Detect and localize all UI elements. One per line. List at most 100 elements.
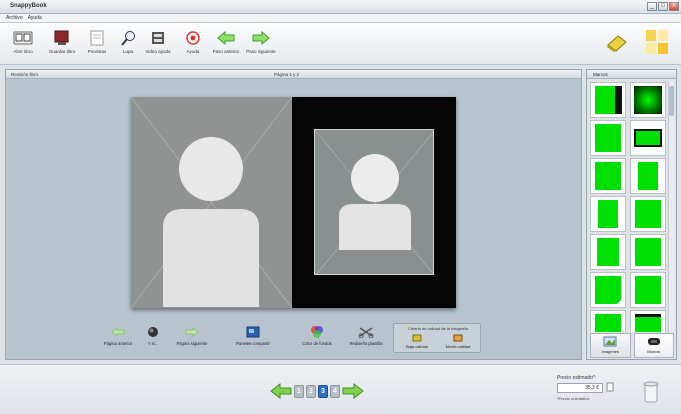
step-back-label: Paso anterior: [212, 49, 240, 54]
photo-placeholder-left[interactable]: [131, 97, 292, 308]
page-button-2[interactable]: 2: [306, 384, 316, 398]
price-value: 35,3 €: [557, 383, 603, 393]
video-help-button[interactable]: Video ayuda: [141, 29, 175, 54]
step-forward-button[interactable]: Paso siguiente: [244, 29, 278, 54]
minimize-button[interactable]: _: [647, 2, 657, 11]
share-panels-icon: [230, 325, 276, 339]
book-review-title: Revisión libro: [11, 72, 39, 77]
title-bar: SnappyBook _ □ X: [0, 0, 681, 14]
frame-thumbnail[interactable]: [630, 310, 666, 332]
frame-thumbnail[interactable]: [630, 196, 666, 232]
magnifier-icon: [118, 29, 138, 46]
help-button[interactable]: Ayuda: [176, 29, 210, 54]
trash-icon: [643, 381, 659, 403]
price-note: *Precio orientativo: [557, 396, 590, 401]
frame-thumbnail[interactable]: [590, 196, 626, 232]
template-redesign-label: Rediseño plantilla: [349, 341, 383, 346]
tab-frames-label: Marcos: [647, 349, 661, 354]
next-spread-icon[interactable]: [342, 383, 364, 399]
page-button-4[interactable]: 4: [330, 384, 340, 398]
step-forward-icon: [251, 29, 271, 46]
person-placeholder-icon: [131, 97, 292, 308]
what-if-label: Y si...: [147, 341, 159, 346]
globe-icon: [143, 325, 163, 339]
frame-thumbnail[interactable]: [630, 82, 666, 118]
low-quality-indicator[interactable]: Baja calidad: [398, 334, 436, 349]
share-panels-button[interactable]: Paneles compartir: [230, 325, 276, 346]
frames-scrollbar[interactable]: [668, 81, 674, 334]
quality-criteria-title: Criterio de calidad de la fotografía: [407, 326, 469, 331]
frame-thumbnail[interactable]: [590, 158, 626, 194]
window-controls: _ □ X: [647, 2, 679, 11]
step-back-button[interactable]: Paso anterior: [209, 29, 243, 54]
frame-thumbnail[interactable]: [590, 120, 626, 156]
magnifier-button[interactable]: Lupa: [111, 29, 145, 54]
quality-criteria-box: Criterio de calidad de la fotografía Baj…: [393, 323, 481, 353]
eraser-icon[interactable]: [606, 33, 628, 55]
frames-list: [590, 82, 669, 332]
window-title: SnappyBook: [10, 3, 47, 9]
frame-thumbnail[interactable]: [630, 272, 666, 308]
page-indicator: Página 1 y 2: [274, 72, 300, 77]
medium-quality-indicator[interactable]: Media calidad: [439, 334, 477, 349]
low-quality-icon: [398, 334, 436, 344]
save-book-icon: [52, 29, 72, 46]
next-page-label: Página siguiente: [176, 341, 208, 346]
low-quality-label: Baja calidad: [406, 344, 428, 349]
frames-panel: Marcos Imágenes Marcos: [586, 69, 677, 360]
tab-frames[interactable]: Marcos: [633, 333, 674, 358]
previous-spread-icon[interactable]: [270, 383, 292, 399]
step-forward-label: Paso siguiente: [246, 49, 276, 54]
menu-bar: Archivo Ayuda: [0, 14, 681, 23]
help-icon: [183, 29, 203, 46]
previous-page-button[interactable]: Página anterior: [98, 325, 138, 346]
page-right: [292, 97, 456, 308]
page-button-3[interactable]: 3: [318, 384, 328, 398]
page-navigator: 1 2 3 4: [270, 383, 364, 399]
frame-thumbnail[interactable]: [590, 272, 626, 308]
price-estimate: Precio estimado*: 35,3 € *Precio orienta…: [557, 375, 637, 401]
book-spread: [131, 97, 456, 308]
preview-button[interactable]: Previstas: [80, 29, 114, 54]
open-book-button[interactable]: Abrir libro: [6, 29, 40, 54]
next-page-button[interactable]: Página siguiente: [170, 325, 214, 346]
maximize-button[interactable]: □: [658, 2, 668, 11]
preview-icon: [87, 29, 107, 46]
magnifier-label: Lupa: [122, 49, 133, 54]
background-color-button[interactable]: Color de fondos: [296, 325, 338, 346]
person-placeholder-icon: [315, 130, 433, 274]
frame-thumbnail[interactable]: [590, 234, 626, 270]
template-redesign-button[interactable]: Rediseño plantilla: [343, 325, 389, 346]
help-label: Ayuda: [186, 49, 200, 54]
medium-quality-icon: [439, 334, 477, 344]
frame-thumbnail[interactable]: [590, 82, 626, 118]
close-button[interactable]: X: [669, 2, 679, 11]
photo-placeholder-right[interactable]: [314, 129, 434, 275]
medium-quality-label: Media calidad: [445, 344, 471, 349]
menu-archivo[interactable]: Archivo: [6, 15, 23, 21]
info-icon[interactable]: [606, 382, 614, 392]
footer-bar: 1 2 3 4 Precio estimado*: 35,3 € *Precio…: [0, 364, 681, 414]
tab-images[interactable]: Imágenes: [590, 333, 631, 358]
frames-icon: [647, 338, 660, 345]
video-help-icon: [148, 29, 168, 46]
what-if-button[interactable]: Y si...: [143, 325, 163, 346]
main-toolbar: Abrir libro Guardar libro Previstas Lupa…: [0, 23, 681, 65]
frame-thumbnail[interactable]: [630, 120, 666, 156]
open-book-label: Abrir libro: [13, 49, 33, 54]
book-review-header: Revisión libro Página 1 y 2: [6, 70, 581, 79]
menu-ayuda[interactable]: Ayuda: [28, 15, 42, 21]
frame-thumbnail[interactable]: [630, 158, 666, 194]
frame-thumbnail[interactable]: [630, 234, 666, 270]
open-book-icon: [13, 29, 33, 46]
trash-button[interactable]: [640, 380, 662, 408]
save-book-button[interactable]: Guardar libro: [45, 29, 79, 54]
preview-label: Previstas: [87, 49, 107, 54]
frame-thumbnail[interactable]: [590, 310, 626, 332]
tab-images-label: Imágenes: [601, 349, 620, 354]
page-button-1[interactable]: 1: [294, 384, 304, 398]
previous-page-label: Página anterior: [103, 341, 133, 346]
layout-grid-icon[interactable]: [645, 29, 669, 57]
next-page-icon: [170, 325, 214, 339]
step-back-icon: [216, 29, 236, 46]
